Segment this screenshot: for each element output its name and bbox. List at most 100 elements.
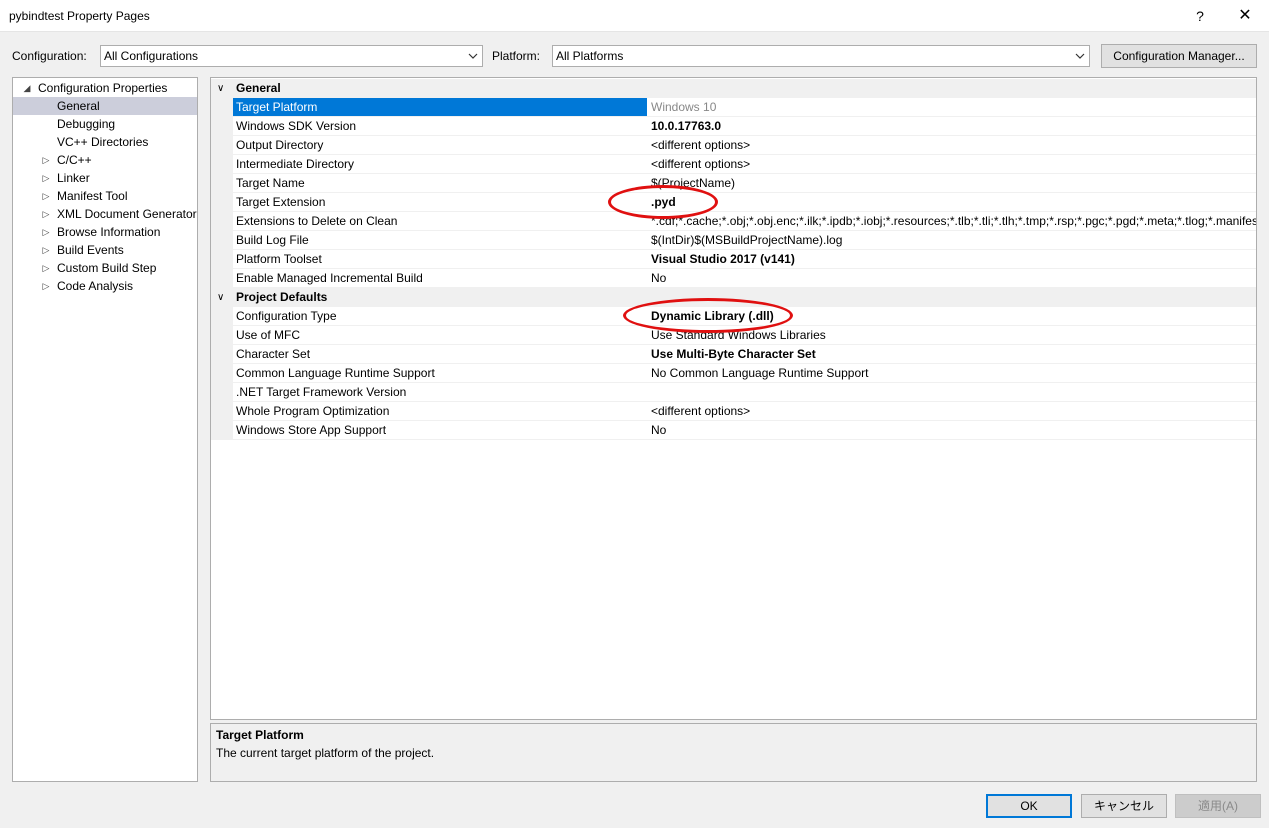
tree-item-label: XML Document Generator: [57, 207, 197, 221]
expand-triangle-icon[interactable]: ▷: [40, 151, 52, 169]
property-value[interactable]: $(IntDir)$(MSBuildProjectName).log: [647, 231, 1256, 250]
property-name[interactable]: Use of MFC: [233, 326, 647, 345]
expand-triangle-icon[interactable]: ▷: [40, 277, 52, 295]
property-row[interactable]: Configuration Type Dynamic Library (.dll): [211, 307, 1256, 326]
tree-item-label: Browse Information: [57, 225, 161, 239]
property-name[interactable]: Configuration Type: [233, 307, 647, 326]
configuration-combo[interactable]: All Configurations: [100, 45, 483, 67]
property-grid[interactable]: ∨ General Target Platform Windows 10 Windo…: [210, 77, 1257, 720]
property-name[interactable]: .NET Target Framework Version: [233, 383, 647, 402]
configuration-value: All Configurations: [104, 49, 199, 63]
description-text: The current target platform of the proje…: [216, 746, 435, 760]
property-name[interactable]: Common Language Runtime Support: [233, 364, 647, 383]
tree-root-label: Configuration Properties: [38, 81, 168, 95]
chevron-down-icon[interactable]: ∨: [217, 79, 224, 98]
property-tree[interactable]: ◢ Configuration Properties General Debugg…: [12, 77, 198, 782]
chevron-down-icon[interactable]: ∨: [217, 288, 224, 307]
tree-item-8[interactable]: ▷ Build Events: [13, 241, 197, 259]
expand-triangle-icon[interactable]: ▷: [40, 241, 52, 259]
property-value[interactable]: No Common Language Runtime Support: [647, 364, 1256, 383]
row-gutter: [211, 345, 233, 364]
tree-item-4[interactable]: ▷ Linker: [13, 169, 197, 187]
configuration-manager-button[interactable]: Configuration Manager...: [1101, 44, 1257, 68]
property-row[interactable]: Output Directory <different options>: [211, 136, 1256, 155]
property-row[interactable]: Whole Program Optimization <different opt…: [211, 402, 1256, 421]
property-name[interactable]: Enable Managed Incremental Build: [233, 269, 647, 288]
property-value[interactable]: $(ProjectName): [647, 174, 1256, 193]
property-value[interactable]: No: [647, 269, 1256, 288]
property-row[interactable]: Build Log File $(IntDir)$(MSBuildProjectN…: [211, 231, 1256, 250]
property-row[interactable]: Target Name $(ProjectName): [211, 174, 1256, 193]
property-name[interactable]: Build Log File: [233, 231, 647, 250]
tree-item-label: Custom Build Step: [57, 261, 157, 275]
property-value[interactable]: *.cdf;*.cache;*.obj;*.obj.enc;*.ilk;*.ip…: [647, 212, 1256, 231]
property-name[interactable]: Platform Toolset: [233, 250, 647, 269]
property-row[interactable]: Windows SDK Version 10.0.17763.0: [211, 117, 1256, 136]
tree-item-9[interactable]: ▷ Custom Build Step: [13, 259, 197, 277]
property-value[interactable]: 10.0.17763.0: [647, 117, 1256, 136]
property-name[interactable]: Character Set: [233, 345, 647, 364]
row-gutter: [211, 402, 233, 421]
cancel-button[interactable]: キャンセル: [1081, 794, 1167, 818]
tree-item-3[interactable]: ▷ C/C++: [13, 151, 197, 169]
property-row[interactable]: Target Extension .pyd: [211, 193, 1256, 212]
property-row[interactable]: Enable Managed Incremental Build No: [211, 269, 1256, 288]
property-value[interactable]: Use Standard Windows Libraries: [647, 326, 1256, 345]
expand-triangle-icon[interactable]: ▷: [40, 187, 52, 205]
property-row[interactable]: Intermediate Directory <different options…: [211, 155, 1256, 174]
property-row[interactable]: Target Platform Windows 10: [211, 98, 1256, 117]
ok-button[interactable]: OK: [986, 794, 1072, 818]
property-name[interactable]: Intermediate Directory: [233, 155, 647, 174]
property-value[interactable]: <different options>: [647, 136, 1256, 155]
tree-item-5[interactable]: ▷ Manifest Tool: [13, 187, 197, 205]
property-name[interactable]: Whole Program Optimization: [233, 402, 647, 421]
property-row[interactable]: Character Set Use Multi-Byte Character Se…: [211, 345, 1256, 364]
row-gutter: [211, 269, 233, 288]
property-value[interactable]: Dynamic Library (.dll): [647, 307, 1256, 326]
tree-item-7[interactable]: ▷ Browse Information: [13, 223, 197, 241]
property-row[interactable]: Extensions to Delete on Clean *.cdf;*.cac…: [211, 212, 1256, 231]
property-name[interactable]: Target Platform: [233, 98, 647, 117]
platform-combo[interactable]: All Platforms: [552, 45, 1090, 67]
property-name[interactable]: Windows Store App Support: [233, 421, 647, 440]
property-row[interactable]: Platform Toolset Visual Studio 2017 (v141…: [211, 250, 1256, 269]
property-value[interactable]: [647, 383, 1256, 402]
tree-item-1[interactable]: Debugging: [13, 115, 197, 133]
property-row[interactable]: Use of MFC Use Standard Windows Libraries: [211, 326, 1256, 345]
property-row[interactable]: Windows Store App Support No: [211, 421, 1256, 440]
property-name[interactable]: Extensions to Delete on Clean: [233, 212, 647, 231]
property-row[interactable]: .NET Target Framework Version: [211, 383, 1256, 402]
property-name[interactable]: Target Extension: [233, 193, 647, 212]
tree-item-0[interactable]: General: [13, 97, 197, 115]
tree-item-2[interactable]: VC++ Directories: [13, 133, 197, 151]
property-name[interactable]: Windows SDK Version: [233, 117, 647, 136]
property-name[interactable]: Target Name: [233, 174, 647, 193]
category-project-defaults[interactable]: ∨ Project Defaults: [211, 288, 1256, 307]
window-title: pybindtest Property Pages: [9, 9, 150, 23]
property-row[interactable]: Common Language Runtime Support No Common…: [211, 364, 1256, 383]
close-button[interactable]: ✕: [1233, 4, 1257, 28]
property-name[interactable]: Output Directory: [233, 136, 647, 155]
collapse-triangle-icon[interactable]: ◢: [21, 79, 33, 97]
row-gutter: [211, 98, 233, 117]
expand-triangle-icon[interactable]: ▷: [40, 259, 52, 277]
tree-item-10[interactable]: ▷ Code Analysis: [13, 277, 197, 295]
expand-triangle-icon[interactable]: ▷: [40, 169, 52, 187]
expand-triangle-icon[interactable]: ▷: [40, 205, 52, 223]
category-general[interactable]: ∨ General: [211, 79, 1256, 98]
property-value[interactable]: No: [647, 421, 1256, 440]
property-value[interactable]: Visual Studio 2017 (v141): [647, 250, 1256, 269]
row-gutter: [211, 421, 233, 440]
property-value[interactable]: Windows 10: [647, 98, 1256, 117]
expand-triangle-icon[interactable]: ▷: [40, 223, 52, 241]
apply-button[interactable]: 適用(A): [1175, 794, 1261, 818]
row-gutter: [211, 193, 233, 212]
tree-item-6[interactable]: ▷ XML Document Generator: [13, 205, 197, 223]
row-gutter: [211, 250, 233, 269]
property-value[interactable]: .pyd: [647, 193, 1256, 212]
property-value[interactable]: <different options>: [647, 155, 1256, 174]
tree-root[interactable]: ◢ Configuration Properties: [13, 79, 197, 97]
property-value[interactable]: Use Multi-Byte Character Set: [647, 345, 1256, 364]
help-button[interactable]: ?: [1188, 4, 1212, 28]
property-value[interactable]: <different options>: [647, 402, 1256, 421]
